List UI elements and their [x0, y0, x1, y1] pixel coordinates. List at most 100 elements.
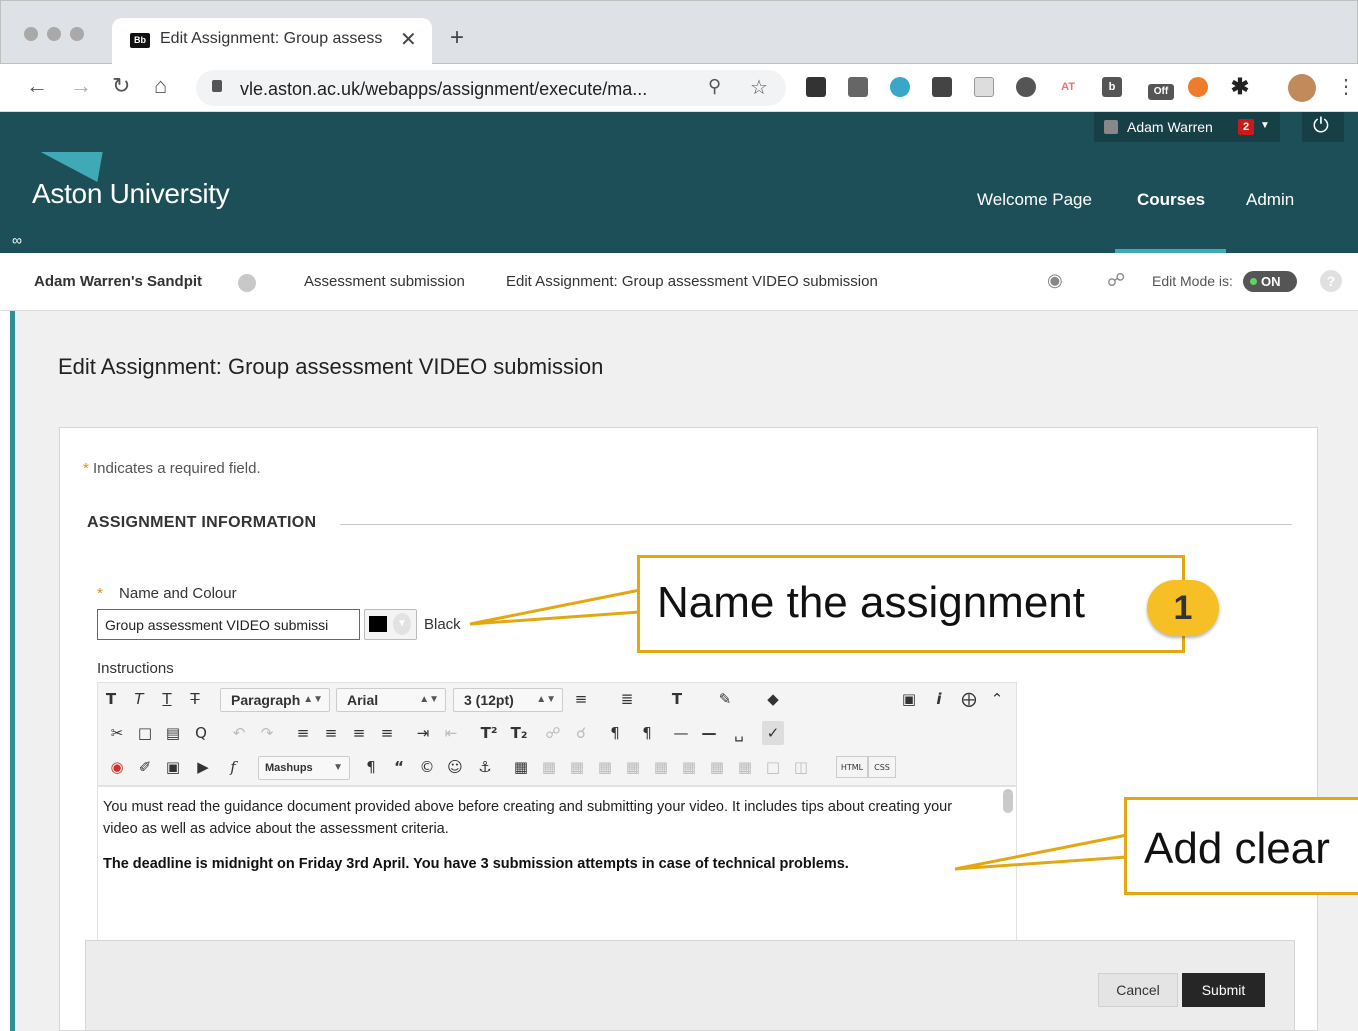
- justify-icon[interactable]: ≡: [376, 721, 398, 745]
- undo-icon[interactable]: ↶: [228, 721, 250, 745]
- bookmark-star-icon[interactable]: ☆: [750, 75, 768, 100]
- site-logo-text[interactable]: Aston University: [32, 178, 230, 210]
- course-menu-chevron-icon[interactable]: [238, 274, 256, 292]
- user-menu-caret-icon[interactable]: ▼: [1260, 120, 1270, 131]
- mashups-select[interactable]: Mashups ▼: [258, 756, 350, 780]
- submit-button[interactable]: Submit: [1182, 973, 1265, 1007]
- notification-badge[interactable]: 2: [1238, 119, 1254, 135]
- text-color-icon[interactable]: T: [666, 687, 688, 711]
- colour-swatch[interactable]: [369, 616, 387, 632]
- indent-icon[interactable]: ⇥: [412, 721, 434, 745]
- table-delete-icon[interactable]: ◫: [790, 755, 812, 779]
- power-icon[interactable]: ⏻: [1313, 115, 1329, 138]
- extension-document-icon[interactable]: [974, 77, 994, 97]
- assignment-name-input[interactable]: [97, 609, 360, 640]
- outdent-icon[interactable]: ⇤: [440, 721, 462, 745]
- numbered-list-icon[interactable]: ≣: [616, 687, 638, 711]
- profile-avatar[interactable]: [1288, 74, 1316, 102]
- extension-flag-icon[interactable]: [848, 77, 868, 97]
- extension-bank-icon[interactable]: [806, 77, 826, 97]
- back-arrow-icon[interactable]: ←: [26, 73, 48, 99]
- preview-icon[interactable]: ▣: [898, 687, 920, 711]
- align-right-icon[interactable]: ≡: [348, 721, 370, 745]
- insert-media-icon[interactable]: ▶: [192, 755, 214, 779]
- table-props-icon[interactable]: □: [762, 755, 784, 779]
- emoji-icon[interactable]: ☺: [444, 755, 466, 779]
- browser-menu-icon[interactable]: ⋮: [1336, 74, 1356, 99]
- url-text[interactable]: vle.aston.ac.uk/webapps/assignment/execu…: [240, 79, 647, 100]
- table-row-icon[interactable]: ▦: [538, 755, 560, 779]
- underline-icon[interactable]: T: [156, 687, 178, 711]
- table-insert-col-icon[interactable]: ▦: [650, 755, 672, 779]
- editor-scrollbar[interactable]: [1003, 789, 1013, 813]
- address-bar[interactable]: vle.aston.ac.uk/webapps/assignment/execu…: [196, 70, 786, 106]
- nav-admin[interactable]: Admin: [1246, 190, 1294, 210]
- eraser-icon[interactable]: ◆: [762, 687, 784, 711]
- table-cell-icon[interactable]: ▦: [566, 755, 588, 779]
- browser-tab[interactable]: Bb Edit Assignment: Group assess ✕: [112, 18, 432, 64]
- superscript-icon[interactable]: T²: [478, 721, 500, 745]
- copy-icon[interactable]: □: [134, 721, 156, 745]
- extension-b-icon[interactable]: [1188, 77, 1208, 97]
- unlock-icon[interactable]: ☍: [1107, 270, 1125, 291]
- align-center-icon[interactable]: ≡: [320, 721, 342, 745]
- collapse-toolbar-icon[interactable]: ⌃: [986, 687, 1008, 711]
- anchor-icon[interactable]: ⚓: [474, 755, 496, 779]
- horizontal-rule-icon[interactable]: —: [670, 721, 692, 745]
- extension-off-icon[interactable]: Off: [1148, 84, 1174, 100]
- nav-courses[interactable]: Courses: [1137, 190, 1205, 210]
- tab-close-icon[interactable]: ✕: [400, 27, 417, 52]
- window-maximize-dot[interactable]: [70, 27, 84, 41]
- font-size-select[interactable]: 3 (12pt) ▲▼: [453, 688, 563, 712]
- table-split-icon[interactable]: ▦: [706, 755, 728, 779]
- align-left-icon[interactable]: ≡: [292, 721, 314, 745]
- redo-icon[interactable]: ↷: [256, 721, 278, 745]
- table-insert-row-icon[interactable]: ▦: [594, 755, 616, 779]
- font-family-select[interactable]: Arial ▲▼: [336, 688, 446, 712]
- breadcrumb-item-assessment[interactable]: Assessment submission: [304, 273, 465, 290]
- table-merge-icon[interactable]: ▦: [734, 755, 756, 779]
- bold-icon[interactable]: T: [100, 687, 122, 711]
- fullscreen-icon[interactable]: ⨁: [958, 687, 980, 711]
- nav-welcome-page[interactable]: Welcome Page: [977, 190, 1092, 210]
- css-button[interactable]: CSS: [868, 756, 896, 778]
- forward-arrow-icon[interactable]: →: [70, 73, 92, 99]
- record-icon[interactable]: ◉: [106, 755, 128, 779]
- strikethrough-icon[interactable]: T: [184, 687, 206, 711]
- help-icon[interactable]: ?: [1320, 270, 1342, 292]
- cancel-button[interactable]: Cancel: [1098, 973, 1178, 1007]
- ltr-direction-icon[interactable]: ¶: [604, 721, 626, 745]
- rtl-direction-icon[interactable]: ¶: [636, 721, 658, 745]
- subscript-icon[interactable]: T₂: [508, 721, 530, 745]
- home-icon[interactable]: ⌂: [154, 73, 167, 99]
- extension-at-icon[interactable]: AT: [1058, 77, 1078, 97]
- nonbreaking-space-icon[interactable]: ␣: [728, 721, 750, 745]
- insert-link-icon[interactable]: ☍: [542, 721, 564, 745]
- insert-image-icon[interactable]: ▣: [162, 755, 184, 779]
- find-icon[interactable]: Q: [190, 721, 212, 745]
- user-name[interactable]: Adam Warren: [1127, 119, 1213, 135]
- paragraph-format-select[interactable]: Paragraph ▲▼: [220, 688, 330, 712]
- highlight-pen-icon[interactable]: ✎: [714, 687, 736, 711]
- reload-icon[interactable]: ↻: [112, 73, 130, 99]
- unlink-icon[interactable]: ☌: [570, 721, 592, 745]
- zoom-icon[interactable]: ⚲: [708, 76, 721, 97]
- student-preview-eye-icon[interactable]: ◉: [1047, 270, 1063, 291]
- window-close-dot[interactable]: [24, 27, 38, 41]
- bullet-list-icon[interactable]: ≡: [570, 687, 592, 711]
- spellcheck-icon[interactable]: ✓: [762, 721, 784, 745]
- extension-asterisk-icon[interactable]: ✱: [1230, 76, 1250, 98]
- table-delete-row-icon[interactable]: ▦: [622, 755, 644, 779]
- copyright-icon[interactable]: ©: [416, 755, 438, 779]
- info-icon[interactable]: i: [928, 687, 950, 711]
- colour-chevron-down-icon[interactable]: ▼: [393, 613, 411, 635]
- cut-icon[interactable]: ✂: [106, 721, 128, 745]
- breadcrumb-course[interactable]: Adam Warren's Sandpit: [34, 273, 202, 290]
- attach-file-icon[interactable]: ✐: [134, 755, 156, 779]
- extension-hypothesis-icon[interactable]: b: [1102, 77, 1122, 97]
- extension-bulb-icon[interactable]: [932, 77, 952, 97]
- extension-circle-icon[interactable]: [1016, 77, 1036, 97]
- italic-icon[interactable]: T: [128, 687, 150, 711]
- paste-icon[interactable]: ▤: [162, 721, 184, 745]
- link-icon[interactable]: ∞: [12, 232, 22, 248]
